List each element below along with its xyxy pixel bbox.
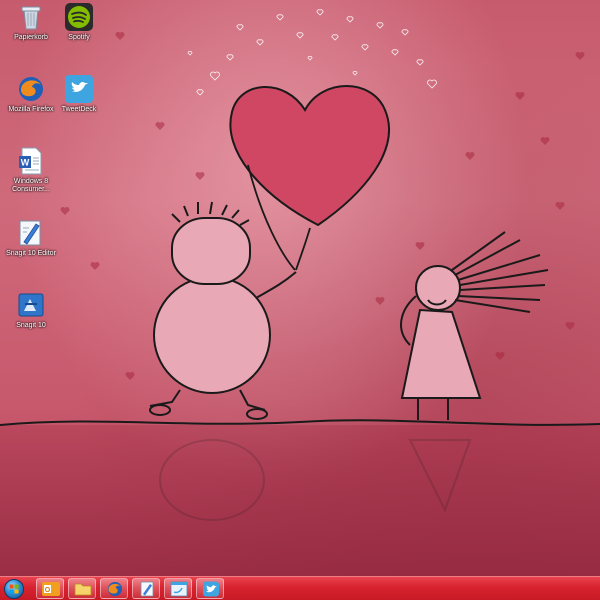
snagit-editor-icon (16, 218, 46, 248)
outlook-icon: O (42, 582, 60, 596)
desktop-icon-label: Spotify (68, 34, 90, 41)
firefox-icon (16, 74, 46, 104)
desktop-icon-tweetdeck[interactable]: TweetDeck (48, 74, 110, 114)
taskbar: O (0, 576, 600, 600)
svg-text:O: O (45, 587, 51, 594)
desktop-icon-label: Snagit 10 (16, 322, 46, 329)
taskbar-pin-firefox[interactable] (100, 578, 128, 599)
word-document-icon: W (16, 146, 46, 176)
reflection (159, 439, 472, 521)
taskbar-pin-twitter[interactable] (196, 578, 224, 599)
desktop-icon-label: Snagit 10 Editor (6, 250, 56, 257)
twitter-icon (203, 581, 219, 597)
tweetdeck-icon (64, 74, 94, 104)
ground-line (0, 419, 600, 426)
snagit-editor-icon (140, 581, 154, 597)
taskbar-pin-tweetdeck-window[interactable] (164, 578, 192, 599)
desktop-icon-snagit[interactable]: Snagit 10 (0, 290, 62, 330)
taskbar-pin-outlook[interactable]: O (36, 578, 64, 599)
spotify-icon (64, 2, 94, 32)
boy-figure (149, 201, 297, 420)
firefox-icon (108, 582, 122, 596)
windows-logo-icon (9, 584, 19, 594)
desktop-icon-label: TweetDeck (61, 106, 97, 113)
taskbar-pin-snagit-editor[interactable] (132, 578, 160, 599)
svg-text:W: W (21, 158, 30, 168)
recycle-bin-icon (16, 2, 46, 32)
desktop-icon-spotify[interactable]: Spotify (48, 2, 110, 42)
desktop-icon-windows8-doc[interactable]: W Windows 8 Consumer... (0, 146, 62, 194)
start-button[interactable] (4, 579, 24, 599)
tweetdeck-window-icon (170, 581, 188, 597)
big-heart-balloon (229, 85, 390, 271)
folder-icon (74, 583, 92, 596)
desktop-icon-snagit-editor[interactable]: Snagit 10 Editor (0, 218, 62, 258)
taskbar-pin-explorer[interactable] (68, 578, 96, 599)
girl-figure (400, 231, 549, 420)
desktop-icon-label: Windows 8 Consumer... (12, 178, 50, 193)
desktop-wallpaper: Papierkorb Spotify Mozilla Firefox Tweet… (0, 0, 600, 576)
snagit-icon (16, 290, 46, 320)
outline-hearts (187, 9, 437, 96)
